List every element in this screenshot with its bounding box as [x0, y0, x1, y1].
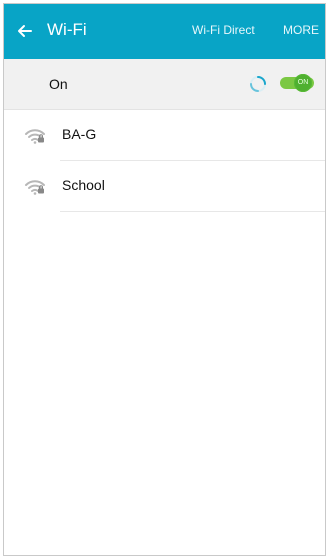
- back-arrow-icon[interactable]: [14, 20, 36, 42]
- app-bar: Wi-Fi Wi-Fi Direct MORE: [4, 4, 325, 59]
- wifi-status-label: On: [49, 76, 68, 92]
- wifi-settings-screen: Wi-Fi Wi-Fi Direct MORE On ON BA-G Schoo…: [3, 3, 326, 556]
- page-title: Wi-Fi: [47, 20, 87, 39]
- switch-state-text: ON: [297, 79, 309, 86]
- wifi-lock-icon: [25, 129, 45, 144]
- network-name: School: [62, 177, 105, 193]
- wifi-lock-icon: [25, 180, 45, 195]
- wifi-switch[interactable]: ON: [280, 74, 314, 92]
- wifi-direct-button[interactable]: Wi-Fi Direct: [192, 22, 255, 38]
- scanning-spinner-icon: [250, 76, 266, 92]
- network-list-item[interactable]: BA-G: [4, 110, 325, 161]
- divider: [60, 211, 325, 212]
- network-name: BA-G: [62, 126, 97, 142]
- wifi-toggle-row[interactable]: On ON: [4, 59, 325, 110]
- network-list-item[interactable]: School: [4, 161, 325, 212]
- more-button[interactable]: MORE: [283, 22, 319, 38]
- switch-thumb: ON: [294, 74, 312, 92]
